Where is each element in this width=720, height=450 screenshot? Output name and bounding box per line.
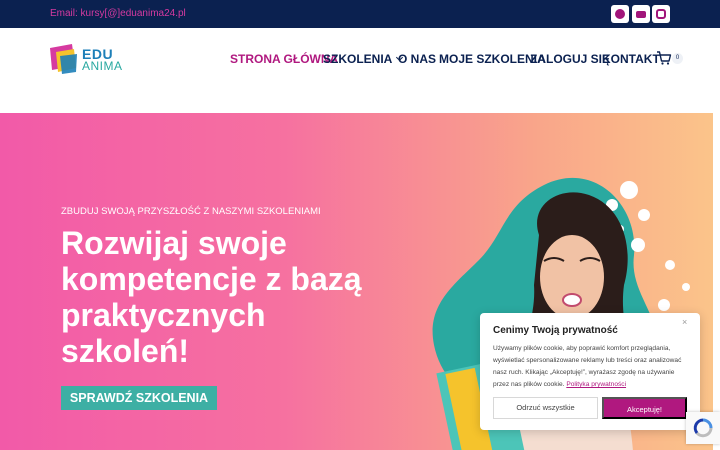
cookie-text: Używamy plików cookie, aby poprawić komf… (493, 343, 689, 391)
reject-all-button[interactable]: Odrzuć wszystkie (493, 397, 598, 419)
contact-email[interactable]: Email: kursy[@]eduanima24.pl (50, 8, 186, 19)
accept-button[interactable]: Akceptuję! (602, 397, 687, 419)
nav-szkolenia-label: SZKOLENIA (323, 52, 393, 66)
nav-zaloguj[interactable]: ZALOGUJ SIĘ (530, 52, 610, 66)
facebook-icon[interactable] (611, 5, 629, 23)
nav-kontakt[interactable]: KONTAKT (602, 52, 660, 66)
logo-text-anima[interactable]: ANIMA (82, 59, 123, 73)
cookie-consent-dialog: Cenimy Twoją prywatność × Używamy plików… (480, 313, 700, 430)
hero-title: Rozwijaj swoje kompetencje z bazą prakty… (61, 225, 362, 369)
nav-o-nas[interactable]: O NAS (398, 52, 436, 66)
check-trainings-button[interactable]: SPRAWDŹ SZKOLENIA (61, 386, 217, 410)
privacy-policy-link[interactable]: Polityka prywatności (566, 381, 626, 388)
instagram-icon[interactable] (652, 5, 670, 23)
cart-count-badge: 0 (672, 53, 683, 64)
top-bar: Email: kursy[@]eduanima24.pl (0, 0, 720, 28)
cookie-title: Cenimy Twoją prywatność (493, 325, 618, 336)
site-header: EDU ANIMA STRONA GŁÓWNA SZKOLENIA O NAS … (0, 28, 720, 113)
nav-home[interactable]: STRONA GŁÓWNA (230, 52, 338, 66)
close-icon[interactable]: × (682, 317, 687, 327)
nav-szkolenia[interactable]: SZKOLENIA (323, 52, 404, 66)
youtube-icon[interactable] (632, 5, 650, 23)
recaptcha-icon (693, 418, 713, 438)
recaptcha-badge[interactable] (686, 412, 720, 444)
hero-kicker: ZBUDUJ SWOJĄ PRZYSZŁOŚĆ Z NASZYMI SZKOLE… (61, 206, 321, 217)
cart-icon[interactable] (656, 50, 672, 66)
